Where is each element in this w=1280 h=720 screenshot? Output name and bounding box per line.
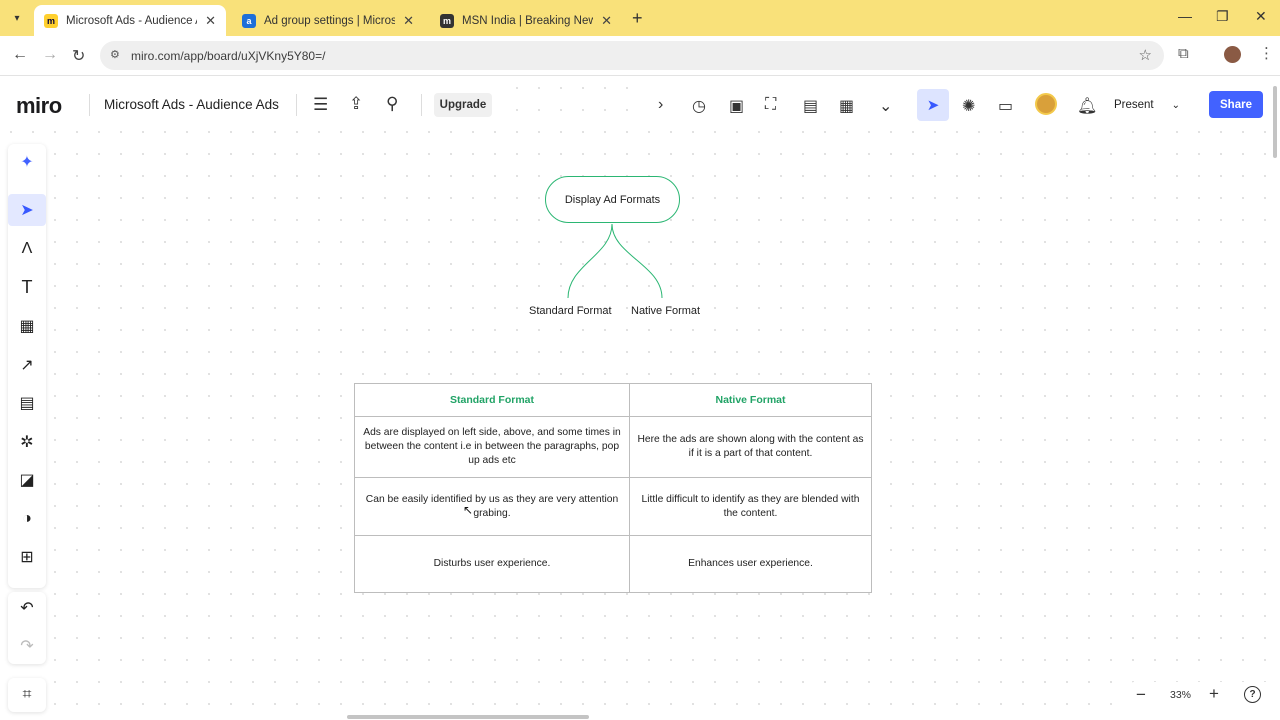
msn-favicon-icon: m	[440, 13, 454, 28]
reload-icon[interactable]: ↻	[72, 46, 85, 66]
zoom-level[interactable]: 33%	[1170, 689, 1191, 701]
table-header-cell[interactable]: Native Format	[629, 383, 872, 417]
user-avatar[interactable]	[1035, 93, 1057, 115]
zoom-in-icon[interactable]: +	[1209, 684, 1219, 704]
address-bar: ← → ↻ ⚙ miro.com/app/board/uXjVKny5Y80=/…	[0, 36, 1280, 76]
present-button[interactable]: Present ⌄	[1114, 93, 1180, 117]
chevron-down-icon: ⌄	[1171, 99, 1181, 111]
table-cell[interactable]: Enhances user experience.	[629, 535, 872, 593]
microsoft-ads-favicon-icon: a	[242, 13, 256, 28]
bookmark-star-icon[interactable]: ☆	[1139, 46, 1152, 64]
timer-icon[interactable]: ◷	[692, 96, 706, 116]
pen-tool-icon[interactable]: Λ	[8, 233, 46, 265]
vertical-scrollbar[interactable]	[1273, 86, 1277, 158]
divider	[89, 94, 90, 116]
close-tab-icon[interactable]: ✕	[403, 13, 414, 29]
horizontal-scrollbar[interactable]	[347, 715, 589, 719]
more-tools-icon[interactable]: ⊞	[8, 541, 46, 573]
board-title[interactable]: Microsoft Ads - Audience Ads	[104, 97, 279, 112]
close-tab-icon[interactable]: ✕	[601, 13, 612, 29]
main-menu-icon[interactable]: ☰	[313, 95, 328, 115]
table-header-row: Standard Format Native Format	[354, 383, 872, 417]
comments-icon[interactable]: ▭	[998, 96, 1013, 116]
site-info-icon[interactable]: ⚙	[110, 48, 124, 62]
text-tool-icon[interactable]: T	[8, 271, 46, 303]
apps-icon[interactable]: ▤	[803, 96, 818, 116]
back-icon[interactable]: ←	[12, 46, 28, 64]
search-icon[interactable]: ⚲	[386, 94, 398, 114]
browser-tab-strip: ▾ m Microsoft Ads - Audience Ads ✕ a Ad …	[0, 0, 1280, 36]
divider	[296, 94, 297, 116]
table-tool-icon[interactable]: ▦	[8, 310, 46, 342]
miro-favicon-icon: m	[44, 13, 58, 28]
mindmap-tool-icon[interactable]: ✲	[8, 426, 46, 458]
shapes-tool-icon[interactable]: ◑	[8, 503, 46, 535]
reactions-icon[interactable]: ✺	[962, 96, 975, 116]
mindmap-node-native[interactable]: Native Format	[631, 305, 700, 317]
select-tool-icon[interactable]: ➤	[8, 194, 46, 226]
comparison-table[interactable]: Standard Format Native Format Ads are di…	[354, 383, 872, 593]
notes-icon[interactable]: ▦	[839, 96, 854, 116]
mindmap-node-standard[interactable]: Standard Format	[529, 305, 612, 317]
table-cell[interactable]: Ads are displayed on left side, above, a…	[354, 416, 630, 478]
export-icon[interactable]: ⇪	[349, 94, 363, 114]
new-tab-icon[interactable]: +	[632, 8, 643, 29]
comment-tool-icon[interactable]: ▤	[8, 387, 46, 419]
forward-icon[interactable]: →	[42, 46, 58, 64]
share-button[interactable]: Share	[1209, 91, 1263, 118]
table-row: Disturbs user experience. Enhances user …	[354, 535, 872, 593]
help-icon[interactable]: ?	[1244, 686, 1261, 703]
browser-tab[interactable]: a Ad group settings | Microsoft A ✕	[232, 5, 424, 36]
close-tab-icon[interactable]: ✕	[205, 13, 216, 29]
minimize-icon[interactable]: —	[1178, 8, 1192, 24]
miro-logo[interactable]: miro	[16, 93, 62, 119]
url-input[interactable]: ⚙ miro.com/app/board/uXjVKny5Y80=/ ☆	[100, 41, 1164, 70]
frames-icon[interactable]: ⌗	[8, 679, 46, 711]
ai-sparkle-icon[interactable]: ✦	[8, 146, 46, 178]
notifications-bell-icon[interactable]: 🔔︎	[1077, 96, 1097, 116]
sticky-note-icon[interactable]: ◪	[8, 464, 46, 496]
table-cell[interactable]: Little difficult to identify as they are…	[629, 477, 872, 536]
divider	[421, 94, 422, 116]
table-row: Ads are displayed on left side, above, a…	[354, 416, 872, 478]
connector-tool-icon[interactable]: ↗	[8, 349, 46, 381]
restore-icon[interactable]: ❐	[1216, 8, 1229, 25]
expand-chevron-icon[interactable]: ›	[658, 96, 663, 114]
browser-menu-icon[interactable]: ⋮	[1259, 44, 1274, 62]
mindmap-root-node[interactable]: Display Ad Formats	[545, 176, 680, 223]
video-icon[interactable]: ▣	[729, 96, 744, 116]
table-cell[interactable]: Disturbs user experience.	[354, 535, 630, 593]
cursor-toggle-icon[interactable]: ➤	[917, 89, 949, 121]
more-chevron-icon[interactable]: ⌄	[879, 96, 892, 116]
screen-capture-icon[interactable]: ⛶	[765, 96, 776, 114]
table-row: Can be easily identified by us as they a…	[354, 477, 872, 536]
table-cell[interactable]: Here the ads are shown along with the co…	[629, 416, 872, 478]
table-cell[interactable]: Can be easily identified by us as they a…	[354, 477, 630, 536]
upgrade-button[interactable]: Upgrade	[434, 93, 492, 117]
browser-tab[interactable]: m MSN India | Breaking News, Ent ✕	[430, 5, 622, 36]
profile-avatar[interactable]	[1224, 46, 1241, 63]
table-header-cell[interactable]: Standard Format	[354, 383, 630, 417]
close-window-icon[interactable]: ✕	[1255, 8, 1267, 25]
redo-icon[interactable]: ↷	[8, 630, 46, 662]
browser-tab[interactable]: m Microsoft Ads - Audience Ads ✕	[34, 5, 226, 36]
mouse-cursor-icon: ↖	[463, 503, 474, 517]
zoom-out-icon[interactable]: −	[1136, 685, 1146, 705]
extensions-icon[interactable]: ⧉	[1178, 45, 1189, 62]
tab-search-icon[interactable]: ▾	[6, 8, 28, 28]
undo-icon[interactable]: ↶	[8, 592, 46, 624]
